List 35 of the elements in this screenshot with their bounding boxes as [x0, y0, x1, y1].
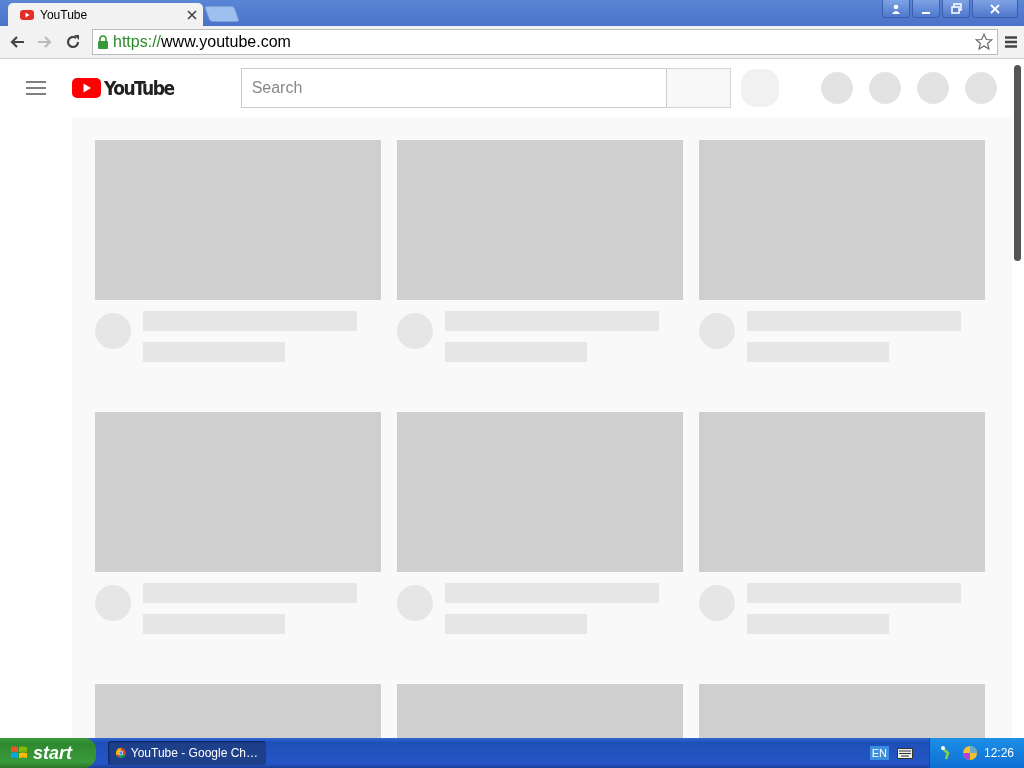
taskbar-button[interactable]: YouTube - Google Ch…	[108, 741, 266, 765]
loading-placeholder	[868, 72, 901, 104]
logo-wordmark[interactable]: YouTube	[104, 76, 174, 100]
search-field[interactable]: Search	[240, 68, 667, 108]
windows-flag-icon	[10, 745, 28, 761]
star-icon[interactable]	[975, 33, 993, 51]
menu-icon[interactable]	[26, 80, 46, 96]
minimize-icon	[922, 11, 930, 14]
reload-icon	[65, 34, 81, 50]
profile-button[interactable]	[882, 0, 910, 18]
tray-icon[interactable]	[961, 745, 978, 761]
close-button[interactable]	[972, 0, 1018, 18]
browser-tab[interactable]: YouTube	[8, 3, 203, 26]
loading-placeholder	[916, 72, 949, 104]
restore-button[interactable]	[942, 0, 970, 18]
url-text: https://www.youtube.com	[113, 33, 292, 51]
scrollbar-thumb[interactable]	[1014, 65, 1021, 261]
arrow-left-icon	[9, 34, 25, 50]
loading-placeholder	[820, 72, 853, 104]
start-button[interactable]: start	[0, 738, 96, 768]
play-icon[interactable]	[72, 78, 101, 98]
menu-icon[interactable]	[1004, 35, 1018, 49]
loading-placeholder	[964, 72, 997, 104]
clock[interactable]: 12:26	[983, 746, 1014, 760]
close-icon	[990, 3, 1000, 14]
arrow-right-icon	[37, 34, 53, 50]
browser-icon	[116, 746, 126, 760]
lock-icon	[97, 35, 109, 49]
restore-icon	[950, 3, 962, 14]
address-bar[interactable]: https://www.youtube.com	[92, 29, 998, 55]
keyboard-icon[interactable]	[896, 747, 913, 759]
play-icon	[20, 9, 34, 20]
minimize-button[interactable]	[912, 0, 940, 18]
person-icon	[891, 3, 901, 14]
close-icon[interactable]	[187, 9, 197, 20]
